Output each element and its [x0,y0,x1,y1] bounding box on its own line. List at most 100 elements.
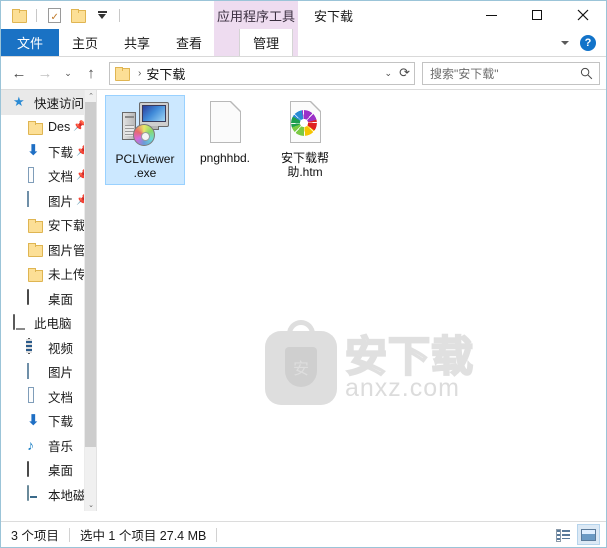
sidebar-item-pictures-quick[interactable]: 图片 📌 [1,188,96,213]
sidebar-item-documents[interactable]: 文档 [1,384,96,409]
large-icons-view-button[interactable] [577,524,600,545]
file-list-view[interactable]: 安 安下载 anxz.com PCLViewer .exe pnghhbd. 安… [96,90,606,511]
close-button[interactable] [560,1,606,29]
sidebar-item-label: 下载 [48,415,74,430]
desktop-icon [27,460,43,478]
chevron-down-icon [97,11,107,19]
sidebar-item-picture-manage[interactable]: 图片管 [1,237,96,262]
sidebar-item-label: 文档 [48,390,74,405]
view-mode-buttons [551,522,600,547]
maximize-icon [532,10,542,20]
chevron-down-icon[interactable] [561,40,569,45]
file-name-label: PCLViewer .exe [115,152,175,180]
file-item-pnghhbd[interactable]: pnghhbd. [185,95,265,185]
tab-view[interactable]: 查看 [163,29,215,56]
sidebar-item-videos[interactable]: 视频 [1,335,96,360]
tab-manage[interactable]: 管理 [239,29,294,56]
scrollbar-thumb[interactable] [85,102,96,447]
download-icon: ⬇ [27,142,40,160]
sidebar-item-this-pc[interactable]: 此电脑 [1,311,96,336]
qat-customize-button[interactable] [92,5,112,25]
navigation-pane-scrollbar[interactable]: ⌃ ⌄ [84,90,96,511]
minimize-icon [485,14,497,16]
exe-application-icon [121,100,169,148]
tab-home[interactable]: 主页 [59,29,111,56]
explorer-body: ★ 快速访问 Des 📌 ⬇ 下载 📌 文档 📌 图片 📌 安下载 图片管 未上… [1,89,606,511]
qat-divider [36,8,37,22]
sidebar-item-music[interactable]: ♪ 音乐 [1,433,96,458]
help-icon[interactable]: ? [580,34,596,51]
pin-icon: 📌 [73,121,86,133]
tab-share[interactable]: 共享 [111,29,163,56]
sidebar-item-label: 图片 [48,366,74,381]
file-name-label: pnghhbd. [199,151,251,165]
minimize-button[interactable] [468,1,514,29]
documents-icon [27,387,43,404]
title-bar: ✓ 应用程序工具 安下载 [1,1,606,29]
back-button[interactable]: ← [7,61,31,85]
breadcrumb[interactable]: › 安下载 ⌄ ⟳ [109,61,415,85]
path-dropdown-icon[interactable]: ⌄ [384,63,392,84]
sidebar-item-label: 安下载 [48,219,86,234]
search-input[interactable]: 搜索"安下载" [422,61,600,85]
folder-icon [27,119,43,135]
local-disk-icon [27,485,43,502]
breadcrumb-current-folder[interactable]: 安下载 [146,64,185,83]
pictures-icon [27,362,43,380]
sidebar-item-not-uploaded[interactable]: 未上传 [1,262,96,287]
up-button[interactable]: ↑ [79,61,103,85]
maximize-button[interactable] [514,1,560,29]
sidebar-item-anxiazai[interactable]: 安下载 [1,213,96,238]
ribbon-right-controls: ? [561,29,602,56]
watermark-domain: anxz.com [345,374,460,402]
recent-locations-button[interactable]: ⌄ [59,61,77,85]
scroll-up-button[interactable]: ⌃ [85,90,96,102]
sidebar-item-label: 此电脑 [34,317,72,332]
sidebar-item-desktop-quick[interactable]: 桌面 [1,286,96,311]
details-view-icon [555,529,570,542]
sidebar-item-label: 桌面 [48,464,74,479]
folder-icon [27,266,43,282]
qat-new-folder-button[interactable] [68,5,88,25]
forward-button[interactable]: → [33,61,57,85]
sidebar-item-label: 视频 [48,341,74,356]
address-bar: ← → ⌄ ↑ › 安下载 ⌄ ⟳ 搜索"安下载" [1,57,606,89]
download-icon: ⬇ [27,411,40,429]
status-divider [68,527,70,542]
qat-properties-button[interactable]: ✓ [44,5,64,25]
sidebar-item-local-disk[interactable]: 本地磁 [1,482,96,507]
sidebar-item-des[interactable]: Des 📌 [1,115,96,140]
shield-shape: 安 [285,347,317,387]
new-folder-icon [71,9,86,23]
refresh-icon[interactable]: ⟳ [399,63,410,84]
qat-folder-icon[interactable] [9,5,29,25]
folder-icon [27,217,43,233]
status-bar: 3 个项目 选中 1 个项目 27.4 MB [1,521,606,547]
music-icon: ♪ [27,437,34,454]
scroll-down-button[interactable]: ⌄ [85,499,96,511]
sidebar-item-downloads-quick[interactable]: ⬇ 下载 📌 [1,139,96,164]
sidebar-item-pictures[interactable]: 图片 [1,360,96,385]
sidebar-item-label: 未上传 [48,268,86,283]
desktop-icon [27,289,43,306]
sidebar-item-documents-quick[interactable]: 文档 📌 [1,164,96,189]
tab-file[interactable]: 文件 [1,29,60,56]
sidebar-item-label: Des [48,119,71,134]
properties-icon: ✓ [47,7,61,23]
details-view-button[interactable] [551,524,574,545]
window-title: 安下载 [314,8,354,24]
ribbon-tab-bar: 文件 主页 共享 查看 管理 ? [1,29,606,56]
folder-icon [27,241,43,258]
explorer-window: ✓ 应用程序工具 安下载 文件 主页 共享 查看 管理 ? ← → ⌄ ↑ › … [0,0,607,548]
file-item-pclviewer[interactable]: PCLViewer .exe [105,95,185,185]
file-name-label: 安下载帮 助.htm [280,151,329,179]
sidebar-item-label: 音乐 [48,439,74,454]
sidebar-item-label: 图片管 [48,243,86,258]
sidebar-item-desktop[interactable]: 桌面 [1,458,96,483]
sidebar-item-quick-access[interactable]: ★ 快速访问 [1,90,96,115]
file-item-anxiazai-help-htm[interactable]: 安下载帮 助.htm [265,95,345,185]
large-icons-view-icon [581,528,596,541]
sidebar-item-downloads[interactable]: ⬇ 下载 [1,409,96,434]
search-icon [580,67,593,79]
qat-divider-2 [119,8,120,22]
